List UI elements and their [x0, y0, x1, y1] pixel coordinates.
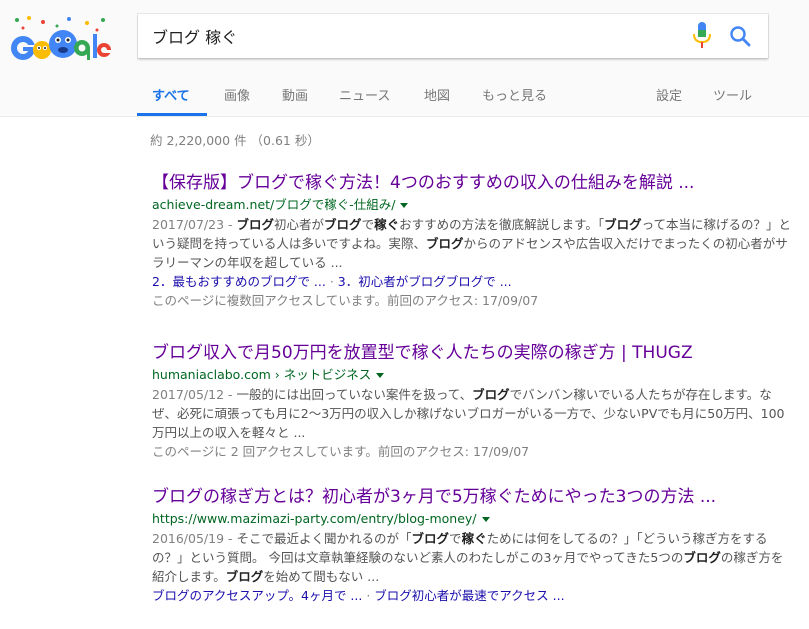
result-url: achieve-dream.net/ブログで稼ぐ-仕組み/: [152, 196, 792, 214]
snippet-highlight: ブログ: [683, 550, 721, 565]
search-result: ブログ収入で月50万円を放置型で稼ぐ人たちの実際の稼ぎ方 | THUGZ hum…: [152, 342, 792, 461]
snippet-text: おすすめの方法を徹底解説します。「: [399, 217, 605, 232]
search-input[interactable]: [152, 14, 672, 58]
search-result: 【保存版】ブログで稼ぐ方法！4つのおすすめの収入の仕組みを解説 ... achi…: [152, 172, 792, 310]
tab-videos[interactable]: 動画: [282, 85, 308, 104]
result-title-link[interactable]: ブログ収入で月50万円を放置型で稼ぐ人たちの実際の稼ぎ方 | THUGZ: [152, 342, 792, 364]
result-snippet: 2016/05/19 - そこで最近よく聞かれるのが「ブログで稼ぐためには何をし…: [152, 529, 792, 586]
snippet-text: 一般的には出回っていない案件を扱って、: [236, 387, 473, 402]
snippet-highlight: 稼ぐ: [461, 531, 487, 546]
result-date: 2017/07/23 -: [152, 217, 237, 232]
snippet-text: を始めて間もない ...: [263, 569, 380, 584]
result-url-text: humaniaclabo.com › ネットビジネス: [152, 367, 372, 382]
result-title-link[interactable]: ブログの稼ぎ方とは？初心者が3ヶ月で5万稼ぐためにやった3つの方法 ...: [152, 486, 792, 508]
sitelink-separator: ·: [325, 274, 338, 289]
sitelink[interactable]: 2．最もおすすめのブログで ...: [152, 274, 326, 289]
tab-maps[interactable]: 地図: [424, 85, 450, 104]
result-title-link[interactable]: 【保存版】ブログで稼ぐ方法！4つのおすすめの収入の仕組みを解説 ...: [152, 172, 792, 194]
snippet-highlight: ブログ: [324, 217, 362, 232]
result-date: 2017/05/12 -: [152, 387, 237, 402]
snippet-highlight: 稼ぐ: [374, 217, 400, 232]
tab-news[interactable]: ニュース: [339, 85, 390, 104]
result-snippet: 2017/07/23 - ブログ初心者がブログで稼ぐおすすめの方法を徹底解説しま…: [152, 215, 792, 272]
snippet-text: で: [361, 217, 375, 232]
sitelink-separator: ·: [362, 588, 375, 603]
tab-settings[interactable]: 設定: [656, 85, 682, 104]
google-doodle-logo[interactable]: [9, 14, 111, 66]
snippet-highlight: ブログ: [225, 569, 264, 584]
tab-more[interactable]: もっと見る: [482, 85, 547, 104]
snippet-highlight: ブログ: [411, 531, 450, 546]
search-header: すべて 画像 動画 ニュース 地図 もっと見る 設定 ツール: [0, 0, 809, 117]
result-url: https://www.mazimazi-party.com/entry/blo…: [152, 510, 792, 528]
result-date: 2016/05/19 -: [152, 531, 237, 546]
snippet-highlight: ブログ: [472, 387, 510, 402]
result-stats: 約 2,220,000 件 （0.61 秒）: [150, 133, 320, 148]
search-icon[interactable]: [728, 24, 752, 48]
sitelink[interactable]: ブログ初心者が最速でアクセス ...: [374, 588, 564, 603]
result-sitelinks: ブログのアクセスアップ。4ヶ月で ... · ブログ初心者が最速でアクセス ..…: [152, 586, 792, 605]
tab-all[interactable]: すべて: [152, 85, 190, 104]
result-url-text: achieve-dream.net/ブログで稼ぐ-仕組み/: [152, 197, 396, 212]
dropdown-caret-icon[interactable]: [481, 517, 490, 522]
result-url: humaniaclabo.com › ネットビジネス: [152, 366, 792, 384]
search-result: ブログの稼ぎ方とは？初心者が3ヶ月で5万稼ぐためにやった3つの方法 ... ht…: [152, 486, 792, 605]
snippet-text: そこで最近よく聞かれるのが「: [236, 531, 412, 546]
microphone-icon[interactable]: [692, 22, 712, 50]
snippet-highlight: ブログ: [604, 217, 642, 232]
snippet-highlight: ブログ: [236, 217, 275, 232]
sitelink[interactable]: ブログのアクセスアップ。4ヶ月で ...: [152, 588, 362, 603]
result-visit-info: このページに複数回アクセスしています。前回のアクセス: 17/09/07: [152, 293, 539, 308]
search-box[interactable]: [138, 14, 768, 58]
snippet-text: 初心者が: [274, 217, 325, 232]
active-tab-indicator: [137, 113, 207, 116]
dropdown-caret-icon[interactable]: [400, 203, 409, 208]
result-snippet: 2017/05/12 - 一般的には出回っていない案件を扱って、ブログでバンバン…: [152, 385, 792, 442]
result-visit-info: このページに 2 回アクセスしています。前回のアクセス: 17/09/07: [152, 444, 530, 459]
snippet-highlight: ブログ: [426, 236, 464, 251]
tab-tools[interactable]: ツール: [713, 85, 752, 104]
sitelink[interactable]: 3．初心者がブログブログで ...: [338, 274, 512, 289]
tab-images[interactable]: 画像: [224, 85, 250, 104]
result-sitelinks: 2．最もおすすめのブログで ... · 3．初心者がブログブログで ...: [152, 272, 792, 291]
snippet-text: で: [449, 531, 462, 546]
dropdown-caret-icon[interactable]: [376, 373, 385, 378]
result-url-text: https://www.mazimazi-party.com/entry/blo…: [152, 511, 477, 526]
